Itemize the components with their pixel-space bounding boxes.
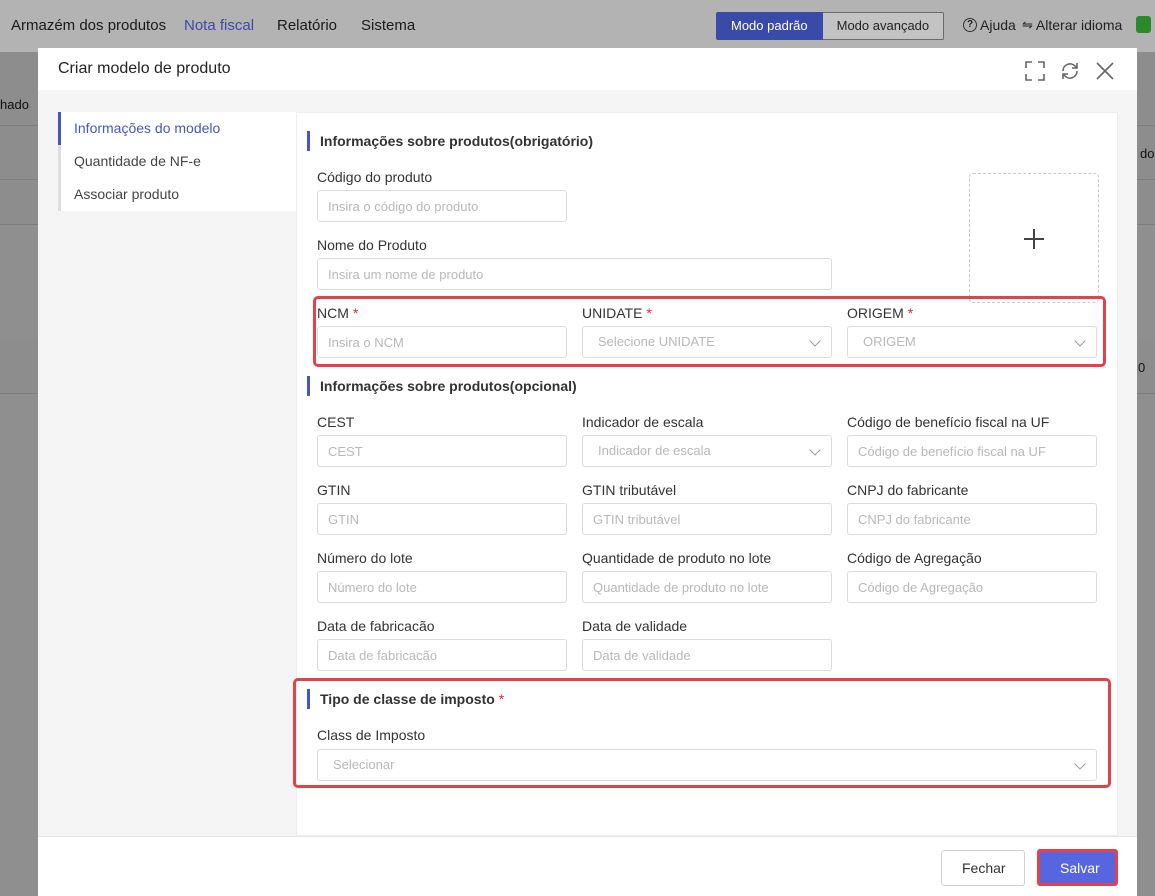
nav-sistema[interactable]: Sistema: [361, 17, 415, 34]
mode-advanced-button[interactable]: Modo avançado: [822, 12, 945, 40]
help-label: Ajuda: [980, 17, 1016, 33]
tab-informacoes-do-modelo[interactable]: Informações do modelo: [58, 112, 296, 145]
nav-relatorio[interactable]: Relatório: [277, 17, 337, 34]
batch-number-input[interactable]: [317, 571, 567, 603]
form-panel: Informações sobre produtos(obrigatório) …: [293, 112, 1118, 836]
batch-number-label: Número do lote: [317, 550, 413, 566]
product-code-input[interactable]: [317, 190, 567, 222]
scale-indicator-placeholder: Indicador de escala: [598, 443, 711, 458]
background-text-fragment: hado: [0, 97, 29, 112]
scale-indicator-label: Indicador de escala: [582, 414, 704, 430]
mode-toggle: Modo padrão Modo avançado: [716, 12, 945, 40]
product-name-input[interactable]: [317, 258, 832, 290]
change-language-link[interactable]: ⇋ Alterar idioma: [1022, 17, 1122, 33]
refresh-icon[interactable]: [1059, 60, 1081, 82]
scale-indicator-select[interactable]: Indicador de escala: [582, 435, 832, 467]
background-text-fragment: 0: [1138, 360, 1146, 375]
manufacture-date-label: Data de fabricacão: [317, 618, 435, 634]
gtin-label: GTIN: [317, 482, 351, 498]
aggregation-code-input[interactable]: [847, 571, 1097, 603]
highlight-box-required-fields: [313, 296, 1106, 367]
help-icon: ?: [963, 18, 977, 32]
dialog-header: Criar modelo de produto: [38, 48, 1137, 90]
product-name-label: Nome do Produto: [317, 237, 427, 253]
image-upload-box[interactable]: [969, 173, 1099, 303]
fiscal-benefit-code-label: Código de benefício fiscal na UF: [847, 414, 1050, 430]
dialog-footer: Fechar Salvar: [38, 836, 1137, 896]
section-title-required: Informações sobre produtos(obrigatório): [307, 131, 593, 151]
gtin-input[interactable]: [317, 503, 567, 535]
close-icon[interactable]: [1094, 60, 1116, 82]
phone-icon[interactable]: [1136, 16, 1151, 33]
manufacture-date-input[interactable]: [317, 639, 567, 671]
dialog-body: Informações do modelo Quantidade de NF-e…: [38, 90, 1137, 836]
swap-icon: ⇋: [1022, 17, 1033, 32]
chevron-down-icon: [809, 444, 821, 456]
manufacturer-cnpj-input[interactable]: [847, 503, 1097, 535]
tab-quantidade-de-nfe[interactable]: Quantidade de NF-e: [58, 145, 296, 178]
plus-icon: [1033, 229, 1035, 249]
top-navigation-bar: Armazém dos produtos Nota fiscal Relatór…: [0, 0, 1155, 52]
batch-quantity-label: Quantidade de produto no lote: [582, 550, 772, 566]
product-code-label: Código do produto: [317, 169, 433, 185]
change-language-label: Alterar idioma: [1035, 17, 1123, 33]
manufacturer-cnpj-label: CNPJ do fabricante: [847, 482, 969, 498]
fiscal-benefit-code-input[interactable]: [847, 435, 1097, 467]
section-title-optional: Informações sobre produtos(opcional): [307, 376, 577, 396]
expiry-date-input[interactable]: [582, 639, 832, 671]
gtin-taxable-input[interactable]: [582, 503, 832, 535]
dialog-title: Criar modelo de produto: [58, 60, 231, 77]
cest-input[interactable]: [317, 435, 567, 467]
fullscreen-icon[interactable]: [1024, 60, 1046, 82]
mode-default-button[interactable]: Modo padrão: [716, 12, 823, 40]
expiry-date-label: Data de validade: [582, 618, 688, 634]
create-product-template-dialog: Criar modelo de produto Informações do m…: [38, 48, 1137, 896]
cest-label: CEST: [317, 414, 355, 430]
side-tabs: Informações do modelo Quantidade de NF-e…: [58, 112, 296, 211]
help-link[interactable]: ? Ajuda: [963, 17, 1016, 33]
nav-armazem-dos-produtos[interactable]: Armazém dos produtos: [11, 17, 166, 34]
highlight-box-tax-class: [293, 678, 1111, 788]
save-button[interactable]: Salvar: [1037, 849, 1118, 886]
close-button[interactable]: Fechar: [941, 850, 1025, 886]
tab-associar-produto[interactable]: Associar produto: [58, 178, 296, 211]
gtin-taxable-label: GTIN tributável: [582, 482, 677, 498]
background-text-fragment: do: [1140, 146, 1155, 161]
batch-quantity-input[interactable]: [582, 571, 832, 603]
aggregation-code-label: Código de Agregação: [847, 550, 982, 566]
nav-nota-fiscal[interactable]: Nota fiscal: [184, 17, 254, 34]
